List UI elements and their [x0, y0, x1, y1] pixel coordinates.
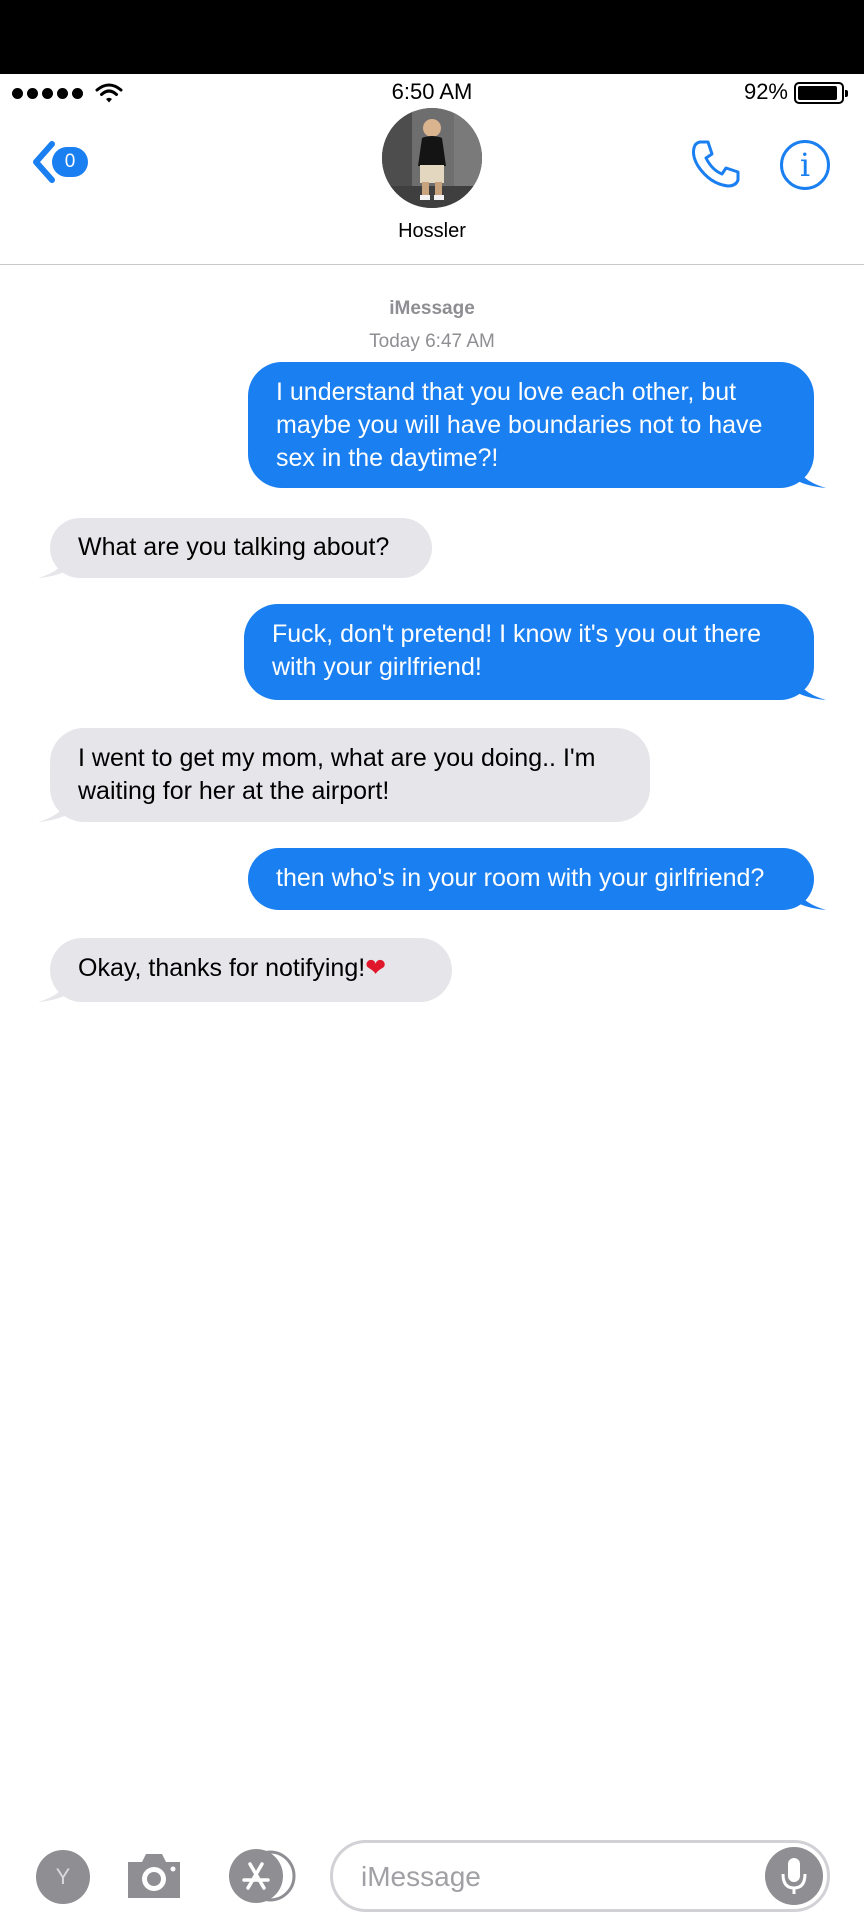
conversation-header: 0 Hossler i	[0, 108, 864, 265]
memoji-button[interactable]: Y	[36, 1850, 90, 1904]
bubble-tail	[796, 674, 826, 700]
bubble-tail	[38, 976, 68, 1002]
message-line: sex in the daytime?!	[276, 444, 499, 472]
call-button[interactable]	[690, 138, 742, 195]
message-line: I understand that you love each other, b…	[276, 378, 737, 406]
message-input[interactable]	[361, 1857, 741, 1897]
received-message-bubble[interactable]: Okay, thanks for notifying!❤	[38, 938, 452, 1002]
dictation-button[interactable]	[765, 1847, 823, 1905]
sent-message-bubble[interactable]: then who's in your room with your girlfr…	[248, 848, 826, 910]
battery-percent: 92%	[743, 79, 788, 104]
message-line: Fuck, don't pretend! I know it's you out…	[272, 620, 761, 648]
message-input-field[interactable]	[330, 1840, 830, 1912]
contact-avatar[interactable]	[382, 108, 482, 208]
sent-message-bubble[interactable]: I understand that you love each other, b…	[248, 362, 826, 488]
message-line: maybe you will have boundaries not to ha…	[276, 411, 763, 439]
contact-photo	[382, 108, 482, 208]
message-line: waiting for her at the airport!	[78, 777, 390, 805]
received-message-bubble[interactable]: What are you talking about?	[38, 518, 432, 578]
camera-icon	[128, 1854, 180, 1898]
message-text: Okay, thanks for notifying!	[78, 954, 366, 982]
message-line: I went to get my mom, what are you doing…	[78, 744, 596, 772]
info-button[interactable]: i	[780, 140, 830, 190]
microphone-icon	[781, 1858, 807, 1894]
sent-message-bubble[interactable]: Fuck, don't pretend! I know it's you out…	[244, 604, 826, 700]
message-line: then who's in your room with your girlfr…	[276, 864, 765, 892]
camera-button[interactable]	[124, 1848, 184, 1907]
app-store-icon	[229, 1849, 296, 1903]
phone-icon	[692, 140, 740, 188]
heart-emoji-icon: ❤	[365, 954, 387, 982]
app-store-button[interactable]	[226, 1848, 300, 1909]
message-line: with your girlfriend!	[272, 653, 482, 681]
unread-count-badge: 0	[52, 147, 88, 177]
bubble-tail	[796, 884, 826, 910]
message-line: What are you talking about?	[78, 533, 390, 561]
thread-timestamp: Today 6:47 AM	[369, 331, 495, 352]
battery-fill	[798, 86, 837, 100]
contact-name[interactable]: Hossler	[0, 220, 864, 243]
status-bar: 6:50 AM 92%	[0, 74, 864, 108]
compose-toolbar: Y	[0, 1830, 864, 1920]
received-message-bubble[interactable]: I went to get my mom, what are you doing…	[38, 728, 650, 822]
bubble-tail	[796, 462, 826, 488]
service-label: iMessage	[389, 298, 475, 319]
battery-icon	[794, 82, 848, 104]
back-button[interactable]: 0	[30, 138, 88, 186]
info-icon: i	[799, 146, 811, 184]
status-time: 6:50 AM	[391, 79, 473, 104]
top-black-bar	[0, 0, 864, 74]
bubble-tail	[38, 552, 68, 578]
bubble-tail	[38, 796, 68, 822]
